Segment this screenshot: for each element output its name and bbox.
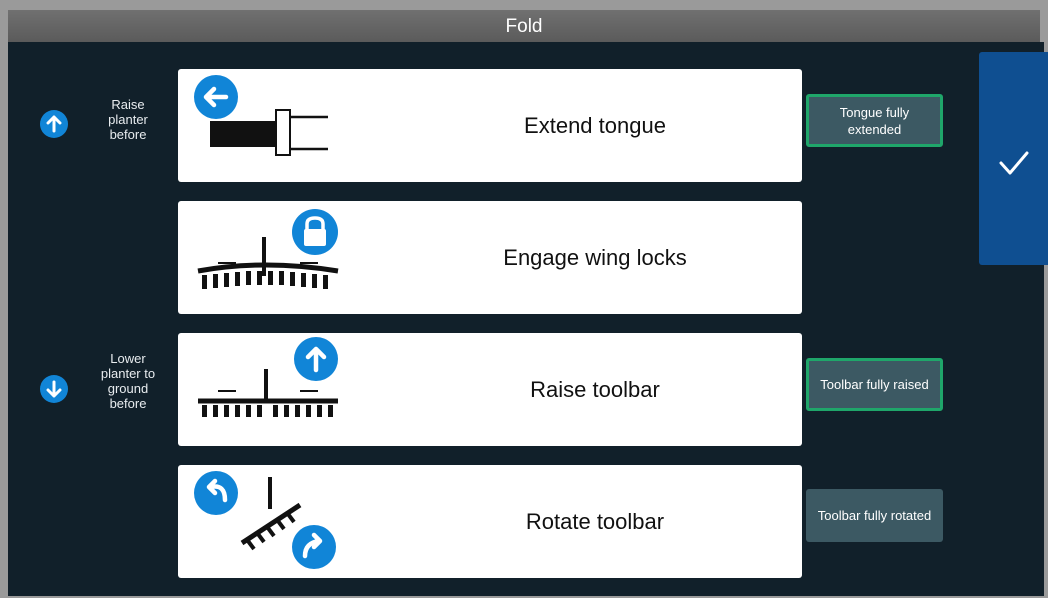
- step-label: Rotate toolbar: [525, 508, 665, 534]
- raise-before-note: Raise planter before: [108, 97, 148, 142]
- step-label: Engage wing locks: [503, 244, 687, 270]
- window-frame: Fold Raise planter before Lower planter …: [0, 0, 1048, 598]
- lock-icon: [292, 209, 338, 255]
- step-raise-toolbar[interactable]: Raise toolbar: [178, 333, 802, 446]
- rotate-up-icon: [292, 525, 336, 569]
- step-label: Raise toolbar: [530, 376, 660, 402]
- step-extend-tongue[interactable]: Extend tongue: [178, 69, 802, 182]
- rotate-left-icon: [194, 471, 238, 515]
- step-rotate-toolbar[interactable]: Rotate toolbar: [178, 465, 802, 578]
- lower-before-note: Lower planter to ground before: [100, 351, 156, 411]
- arrow-left-icon: [194, 75, 238, 119]
- arrow-down-icon: [40, 375, 68, 403]
- step-engage-wing-locks[interactable]: Engage wing locks: [178, 201, 802, 314]
- window-title: Fold: [8, 10, 1040, 42]
- step-label: Extend tongue: [524, 112, 666, 138]
- arrow-up-icon: [40, 110, 68, 138]
- checkmark-icon: [999, 151, 1029, 175]
- arrow-up-icon: [294, 337, 338, 381]
- status-tongue-extended: Tongue fully extended: [806, 94, 943, 147]
- status-toolbar-raised: Toolbar fully raised: [806, 358, 943, 411]
- confirm-button[interactable]: [979, 52, 1048, 265]
- status-toolbar-rotated: Toolbar fully rotated: [806, 489, 943, 542]
